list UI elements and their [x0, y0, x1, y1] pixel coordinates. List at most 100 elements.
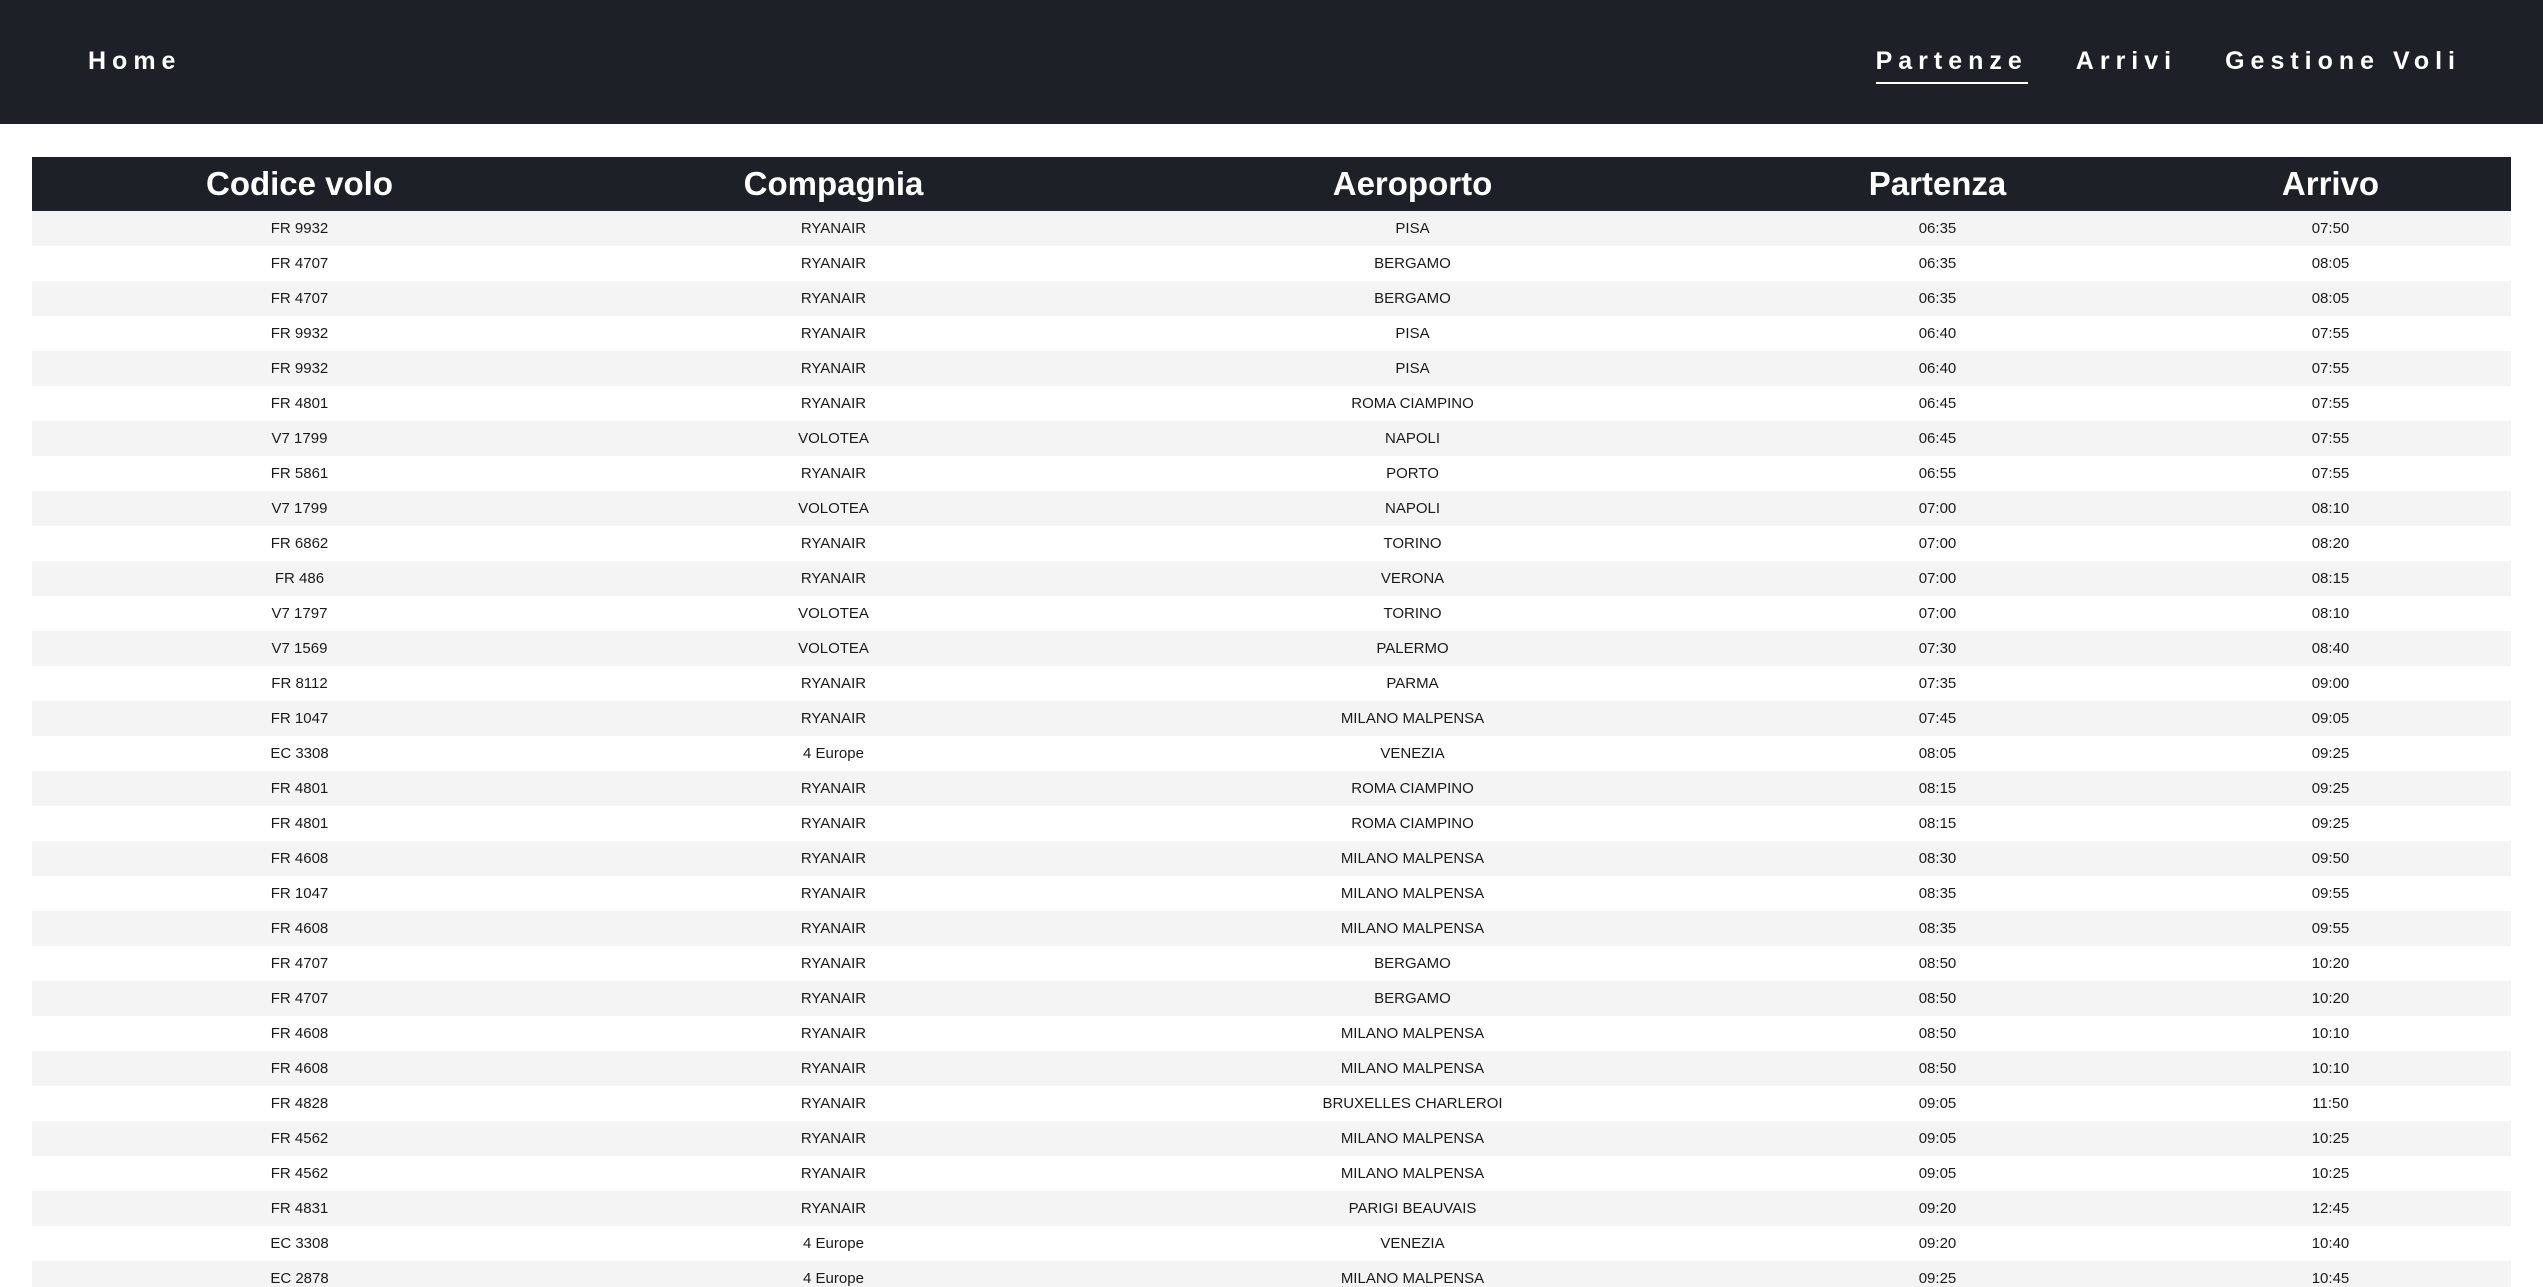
- nav-link-arrivi[interactable]: Arrivi: [2076, 44, 2177, 84]
- cell-codice-volo: FR 4801: [32, 806, 567, 841]
- cell-codice-volo: FR 1047: [32, 876, 567, 911]
- nav-home-link[interactable]: Home: [88, 44, 181, 78]
- cell-arrivo: 09:55: [2150, 911, 2511, 946]
- cell-codice-volo: V7 1799: [32, 491, 567, 526]
- table-row: FR 9932 RYANAIR PISA 06:40 07:55: [32, 316, 2511, 351]
- cell-partenza: 07:35: [1725, 666, 2150, 701]
- nav-link-partenze[interactable]: Partenze: [1875, 44, 2028, 84]
- cell-codice-volo: FR 4831: [32, 1191, 567, 1226]
- cell-compagnia: RYANAIR: [567, 1156, 1100, 1191]
- cell-arrivo: 09:25: [2150, 806, 2511, 841]
- cell-aeroporto: BERGAMO: [1100, 981, 1725, 1016]
- cell-partenza: 06:35: [1725, 281, 2150, 316]
- cell-partenza: 07:00: [1725, 526, 2150, 561]
- table-row: FR 9932 RYANAIR PISA 06:35 07:50: [32, 211, 2511, 246]
- cell-partenza: 08:05: [1725, 736, 2150, 771]
- cell-aeroporto: TORINO: [1100, 526, 1725, 561]
- cell-compagnia: VOLOTEA: [567, 631, 1100, 666]
- table-row: FR 5861 RYANAIR PORTO 06:55 07:55: [32, 456, 2511, 491]
- cell-compagnia: RYANAIR: [567, 911, 1100, 946]
- table-row: FR 4801 RYANAIR ROMA CIAMPINO 06:45 07:55: [32, 386, 2511, 421]
- cell-compagnia: VOLOTEA: [567, 421, 1100, 456]
- table-row: FR 4608 RYANAIR MILANO MALPENSA 08:50 10:10: [32, 1016, 2511, 1051]
- cell-partenza: 09:05: [1725, 1156, 2150, 1191]
- cell-compagnia: 4 Europe: [567, 1226, 1100, 1261]
- table-row: FR 4562 RYANAIR MILANO MALPENSA 09:05 10:25: [32, 1156, 2511, 1191]
- cell-codice-volo: FR 4707: [32, 981, 567, 1016]
- cell-compagnia: RYANAIR: [567, 456, 1100, 491]
- table-body: FR 9932 RYANAIR PISA 06:35 07:50 FR 4707 RYANA…: [32, 211, 2511, 1287]
- cell-arrivo: 08:10: [2150, 596, 2511, 631]
- nav-link-gestione-voli[interactable]: Gestione Voli: [2225, 44, 2461, 84]
- table-row: FR 4831 RYANAIR PARIGI BEAUVAIS 09:20 12:45: [32, 1191, 2511, 1226]
- cell-arrivo: 07:55: [2150, 316, 2511, 351]
- table-row: FR 1047 RYANAIR MILANO MALPENSA 07:45 09:05: [32, 701, 2511, 736]
- cell-partenza: 09:05: [1725, 1121, 2150, 1156]
- cell-codice-volo: FR 6862: [32, 526, 567, 561]
- cell-compagnia: RYANAIR: [567, 561, 1100, 596]
- cell-codice-volo: FR 8112: [32, 666, 567, 701]
- cell-partenza: 06:35: [1725, 246, 2150, 281]
- table-row: V7 1799 VOLOTEA NAPOLI 07:00 08:10: [32, 491, 2511, 526]
- cell-compagnia: RYANAIR: [567, 946, 1100, 981]
- cell-aeroporto: PARMA: [1100, 666, 1725, 701]
- cell-codice-volo: FR 4801: [32, 771, 567, 806]
- cell-codice-volo: EC 2878: [32, 1261, 567, 1287]
- cell-partenza: 07:45: [1725, 701, 2150, 736]
- cell-aeroporto: BERGAMO: [1100, 281, 1725, 316]
- cell-partenza: 06:45: [1725, 386, 2150, 421]
- cell-codice-volo: FR 4608: [32, 1051, 567, 1086]
- cell-partenza: 06:40: [1725, 316, 2150, 351]
- cell-aeroporto: PARIGI BEAUVAIS: [1100, 1191, 1725, 1226]
- table-row: FR 4707 RYANAIR BERGAMO 06:35 08:05: [32, 246, 2511, 281]
- table-row: FR 4608 RYANAIR MILANO MALPENSA 08:35 09:55: [32, 911, 2511, 946]
- cell-arrivo: 07:55: [2150, 386, 2511, 421]
- cell-codice-volo: FR 4562: [32, 1156, 567, 1191]
- header-partenza: Partenza: [1725, 157, 2150, 211]
- cell-arrivo: 09:50: [2150, 841, 2511, 876]
- cell-aeroporto: VENEZIA: [1100, 736, 1725, 771]
- cell-compagnia: RYANAIR: [567, 666, 1100, 701]
- flights-table-container[interactable]: Codice volo Compagnia Aeroporto Partenza…: [32, 157, 2511, 1287]
- cell-aeroporto: TORINO: [1100, 596, 1725, 631]
- table-row: FR 4801 RYANAIR ROMA CIAMPINO 08:15 09:25: [32, 771, 2511, 806]
- cell-aeroporto: MILANO MALPENSA: [1100, 701, 1725, 736]
- cell-codice-volo: FR 9932: [32, 316, 567, 351]
- cell-compagnia: RYANAIR: [567, 281, 1100, 316]
- table-row: FR 4562 RYANAIR MILANO MALPENSA 09:05 10:25: [32, 1121, 2511, 1156]
- cell-codice-volo: FR 4707: [32, 246, 567, 281]
- cell-partenza: 08:35: [1725, 876, 2150, 911]
- table-row: FR 4707 RYANAIR BERGAMO 08:50 10:20: [32, 946, 2511, 981]
- header-compagnia: Compagnia: [567, 157, 1100, 211]
- cell-arrivo: 08:20: [2150, 526, 2511, 561]
- cell-arrivo: 10:40: [2150, 1226, 2511, 1261]
- cell-partenza: 09:25: [1725, 1261, 2150, 1287]
- cell-compagnia: VOLOTEA: [567, 596, 1100, 631]
- cell-aeroporto: BERGAMO: [1100, 946, 1725, 981]
- cell-compagnia: RYANAIR: [567, 246, 1100, 281]
- cell-arrivo: 10:45: [2150, 1261, 2511, 1287]
- cell-aeroporto: PISA: [1100, 351, 1725, 386]
- cell-compagnia: RYANAIR: [567, 701, 1100, 736]
- cell-aeroporto: MILANO MALPENSA: [1100, 911, 1725, 946]
- table-row: FR 4707 RYANAIR BERGAMO 08:50 10:20: [32, 981, 2511, 1016]
- cell-compagnia: RYANAIR: [567, 211, 1100, 246]
- header-arrivo: Arrivo: [2150, 157, 2511, 211]
- cell-aeroporto: PISA: [1100, 316, 1725, 351]
- table-row: FR 6862 RYANAIR TORINO 07:00 08:20: [32, 526, 2511, 561]
- cell-compagnia: VOLOTEA: [567, 491, 1100, 526]
- cell-arrivo: 07:55: [2150, 421, 2511, 456]
- table-row: EC 3308 4 Europe VENEZIA 09:20 10:40: [32, 1226, 2511, 1261]
- cell-compagnia: 4 Europe: [567, 1261, 1100, 1287]
- cell-aeroporto: PORTO: [1100, 456, 1725, 491]
- table-header: Codice volo Compagnia Aeroporto Partenza…: [32, 157, 2511, 211]
- cell-arrivo: 09:55: [2150, 876, 2511, 911]
- header-codice-volo: Codice volo: [32, 157, 567, 211]
- cell-aeroporto: MILANO MALPENSA: [1100, 841, 1725, 876]
- cell-arrivo: 10:25: [2150, 1156, 2511, 1191]
- cell-partenza: 08:30: [1725, 841, 2150, 876]
- nav-links: Partenze Arrivi Gestione Voli: [1875, 44, 2461, 84]
- cell-partenza: 07:00: [1725, 491, 2150, 526]
- cell-compagnia: RYANAIR: [567, 841, 1100, 876]
- cell-codice-volo: EC 3308: [32, 736, 567, 771]
